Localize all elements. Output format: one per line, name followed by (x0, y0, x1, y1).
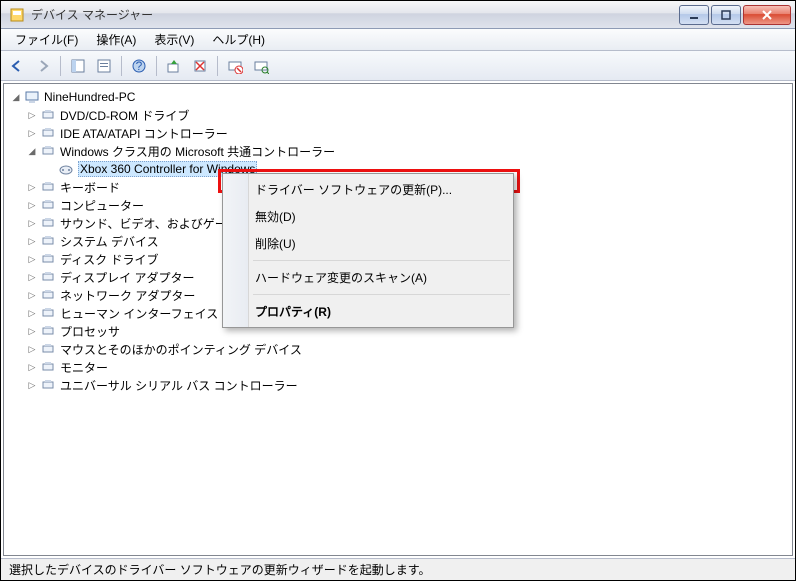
context-menu-uninstall[interactable]: 削除(U) (225, 230, 511, 257)
context-menu-update-driver[interactable]: ドライバー ソフトウェアの更新(P)... (225, 176, 511, 203)
xbox-controller-icon (58, 161, 74, 177)
tree-node-label: モニター (60, 359, 108, 376)
context-menu-separator (253, 294, 510, 295)
expander-closed-icon[interactable]: ▷ (26, 235, 38, 247)
device-category-icon (40, 251, 56, 267)
context-menu-separator (253, 260, 510, 261)
expander-closed-icon[interactable]: ▷ (26, 325, 38, 337)
device-category-icon (40, 377, 56, 393)
toolbar-separator (217, 56, 218, 76)
context-menu-properties[interactable]: プロパティ(R) (225, 298, 511, 325)
tree-root-label: NineHundred-PC (44, 90, 135, 104)
expander-closed-icon[interactable]: ▷ (26, 199, 38, 211)
disable-button[interactable] (223, 54, 247, 78)
menu-help[interactable]: ヘルプ(H) (204, 29, 273, 50)
context-menu-disable[interactable]: 無効(D) (225, 203, 511, 230)
tree-node-label: ディスク ドライブ (60, 251, 159, 268)
tree-node-label: DVD/CD-ROM ドライブ (60, 107, 189, 124)
device-category-icon (40, 179, 56, 195)
device-tree-panel[interactable]: ◢ NineHundred-PC ▷ DVD/CD-ROM ドライブ ▷ IDE… (3, 83, 793, 556)
tree-node[interactable]: ▷ ユニバーサル シリアル バス コントローラー (10, 376, 792, 394)
menubar: ファイル(F) 操作(A) 表示(V) ヘルプ(H) (1, 29, 795, 51)
titlebar: デバイス マネージャー (1, 1, 795, 29)
menu-action[interactable]: 操作(A) (88, 29, 144, 50)
expander-closed-icon[interactable]: ▷ (26, 379, 38, 391)
device-category-icon (40, 323, 56, 339)
tree-node-label: プロセッサ (60, 323, 120, 340)
device-manager-window: デバイス マネージャー ファイル(F) 操作(A) 表示(V) ヘルプ(H) ? (0, 0, 796, 581)
context-menu: ドライバー ソフトウェアの更新(P)... 無効(D) 削除(U) ハードウェア… (222, 173, 514, 328)
expander-closed-icon[interactable]: ▷ (26, 181, 38, 193)
maximize-button[interactable] (711, 5, 741, 25)
expander-closed-icon[interactable]: ▷ (26, 217, 38, 229)
tree-node-label: Windows クラス用の Microsoft 共通コントローラー (60, 143, 335, 160)
expander-closed-icon[interactable]: ▷ (26, 109, 38, 121)
expander-closed-icon[interactable]: ▷ (26, 343, 38, 355)
statusbar-text: 選択したデバイスのドライバー ソフトウェアの更新ウィザードを起動します。 (9, 561, 431, 578)
tree-node[interactable]: ▷ DVD/CD-ROM ドライブ (10, 106, 792, 124)
expander-closed-icon[interactable]: ▷ (26, 289, 38, 301)
device-category-icon (40, 341, 56, 357)
device-category-icon (40, 143, 56, 159)
tree-node-label: ディスプレイ アダプター (60, 269, 195, 286)
device-category-icon (40, 215, 56, 231)
tree-node-label: ネットワーク アダプター (60, 287, 195, 304)
tree-node-label: コンピューター (60, 197, 144, 214)
forward-button[interactable] (31, 54, 55, 78)
expander-closed-icon[interactable]: ▷ (26, 361, 38, 373)
window-buttons (679, 5, 791, 25)
toolbar-separator (156, 56, 157, 76)
device-category-icon (40, 125, 56, 141)
toolbar: ? (1, 51, 795, 81)
tree-node-label: ユニバーサル シリアル バス コントローラー (60, 377, 298, 394)
tree-node-label: IDE ATA/ATAPI コントローラー (60, 125, 228, 142)
tree-node-label: マウスとそのほかのポインティング デバイス (60, 341, 302, 358)
window-title: デバイス マネージャー (31, 6, 679, 23)
toolbar-separator (121, 56, 122, 76)
device-category-icon (40, 107, 56, 123)
tree-node[interactable]: ▷ モニター (10, 358, 792, 376)
context-menu-scan[interactable]: ハードウェア変更のスキャン(A) (225, 264, 511, 291)
tree-root[interactable]: ◢ NineHundred-PC (10, 88, 792, 106)
expander-closed-icon[interactable]: ▷ (26, 253, 38, 265)
menu-view[interactable]: 表示(V) (146, 29, 202, 50)
uninstall-button[interactable] (188, 54, 212, 78)
device-category-icon (40, 305, 56, 321)
computer-icon (24, 89, 40, 105)
back-button[interactable] (5, 54, 29, 78)
device-category-icon (40, 233, 56, 249)
device-category-icon (40, 269, 56, 285)
device-category-icon (40, 287, 56, 303)
show-hide-tree-button[interactable] (66, 54, 90, 78)
minimize-button[interactable] (679, 5, 709, 25)
toolbar-separator (60, 56, 61, 76)
scan-hardware-button[interactable] (249, 54, 273, 78)
expander-closed-icon[interactable]: ▷ (26, 271, 38, 283)
tree-node[interactable]: ▷ マウスとそのほかのポインティング デバイス (10, 340, 792, 358)
expander-closed-icon[interactable]: ▷ (26, 307, 38, 319)
update-driver-button[interactable] (162, 54, 186, 78)
close-button[interactable] (743, 5, 791, 25)
help-button[interactable]: ? (127, 54, 151, 78)
statusbar: 選択したデバイスのドライバー ソフトウェアの更新ウィザードを起動します。 (1, 558, 795, 580)
tree-node-label: システム デバイス (60, 233, 159, 250)
expander-open-icon[interactable]: ◢ (10, 91, 22, 103)
device-category-icon (40, 197, 56, 213)
svg-text:?: ? (136, 59, 143, 73)
expander-open-icon[interactable]: ◢ (26, 145, 38, 157)
tree-node-label: キーボード (60, 179, 120, 196)
tree-node[interactable]: ▷ IDE ATA/ATAPI コントローラー (10, 124, 792, 142)
expander-closed-icon[interactable]: ▷ (26, 127, 38, 139)
properties-button[interactable] (92, 54, 116, 78)
menu-file[interactable]: ファイル(F) (7, 29, 86, 50)
context-menu-gutter (223, 174, 249, 327)
device-category-icon (40, 359, 56, 375)
app-icon (9, 7, 25, 23)
tree-node[interactable]: ◢ Windows クラス用の Microsoft 共通コントローラー (10, 142, 792, 160)
